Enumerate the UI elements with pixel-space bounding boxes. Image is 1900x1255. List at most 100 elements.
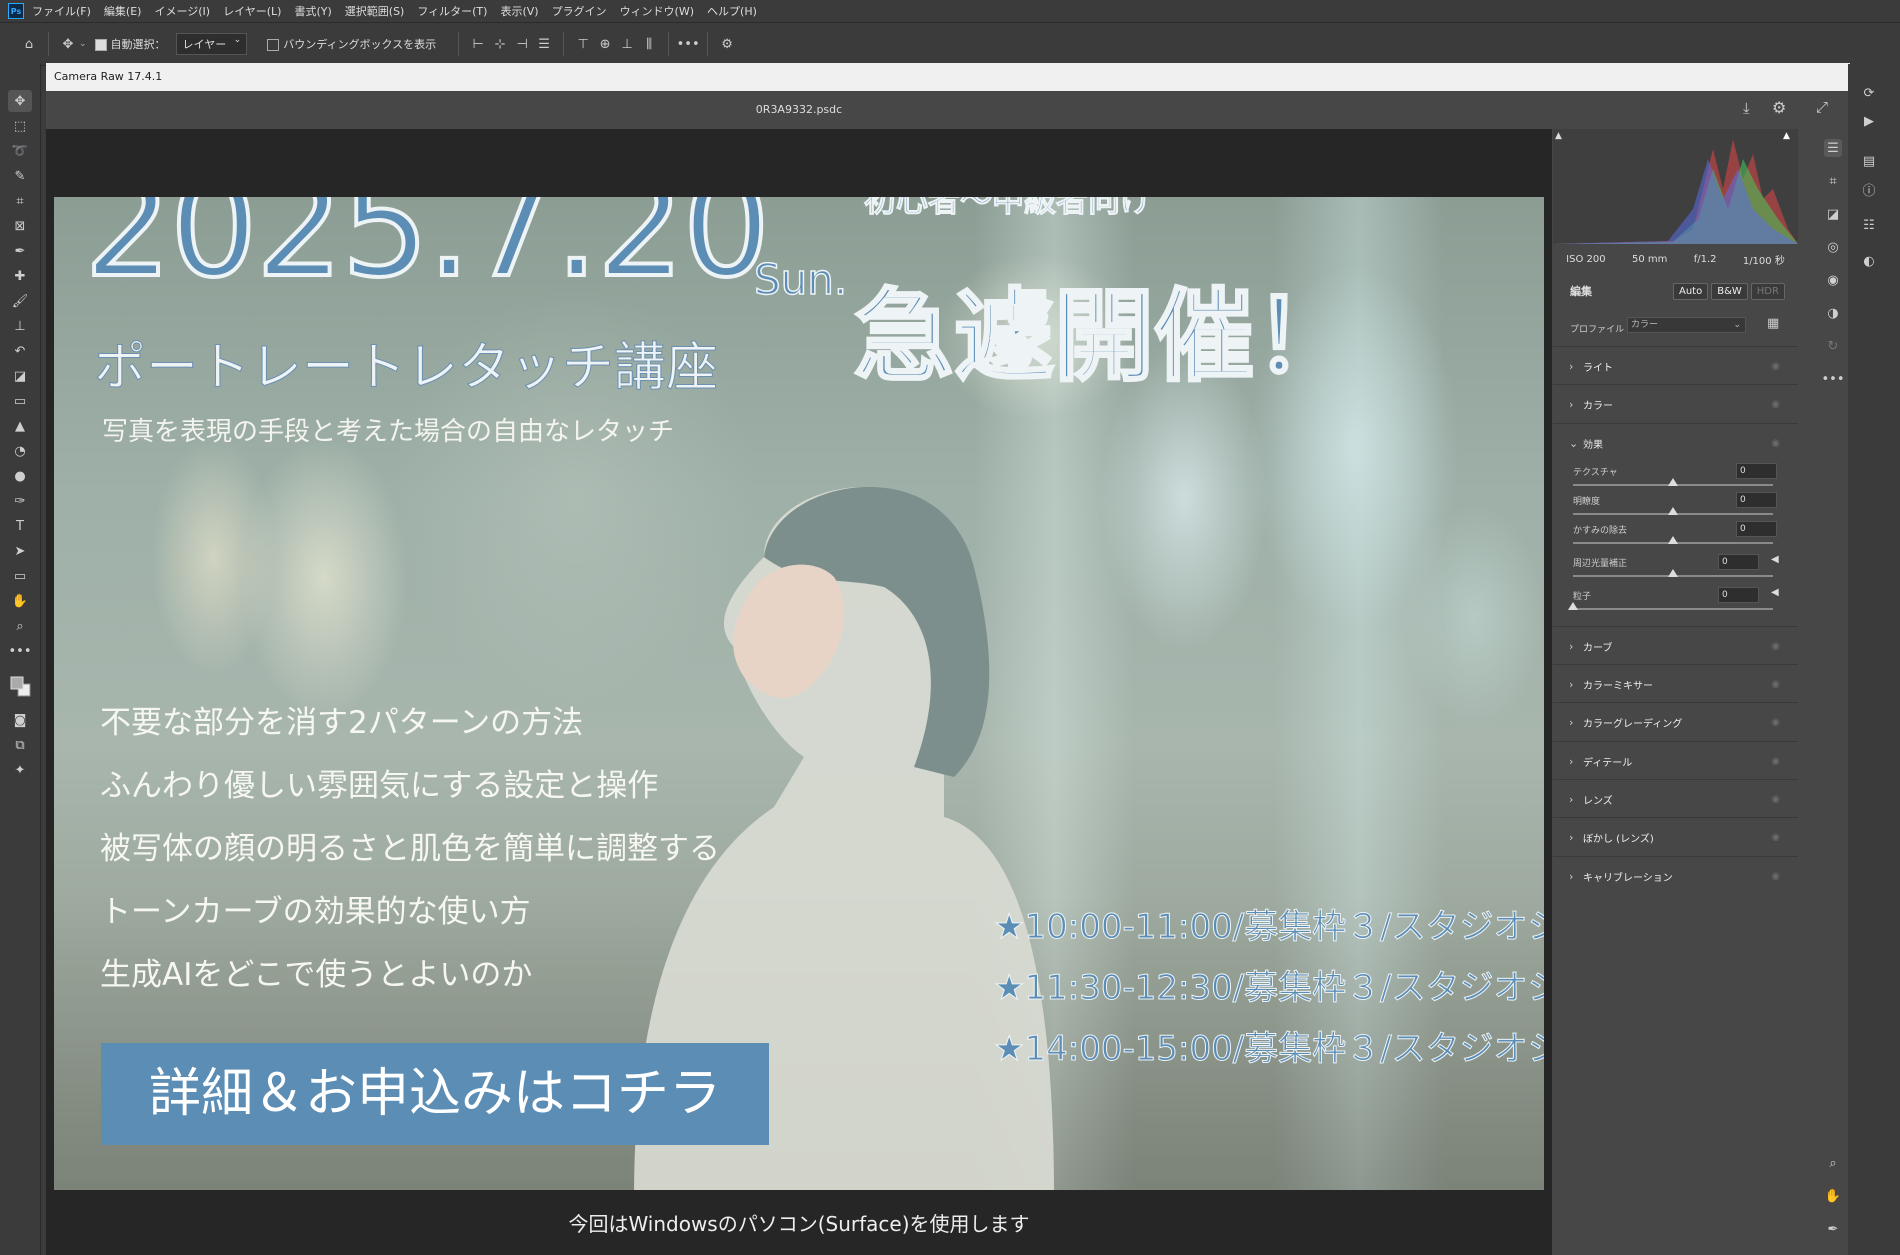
- adjustments-icon[interactable]: ◐: [1860, 252, 1878, 270]
- bounding-box-checkbox[interactable]: [267, 39, 280, 51]
- sampler-icon[interactable]: ✒: [1824, 1220, 1842, 1238]
- chevron-down-icon[interactable]: ⌄: [79, 39, 87, 49]
- visibility-icon[interactable]: ◉: [1771, 361, 1780, 372]
- visibility-icon[interactable]: ◉: [1771, 641, 1780, 652]
- move-tool-icon[interactable]: ✥: [8, 90, 32, 112]
- lasso-tool-icon[interactable]: ➰: [8, 140, 32, 162]
- visibility-icon[interactable]: ◉: [1771, 399, 1780, 410]
- presets-icon[interactable]: ◑: [1824, 304, 1842, 322]
- history-icon[interactable]: ⟳: [1860, 84, 1878, 102]
- dehaze-slider-thumb[interactable]: [1668, 536, 1678, 544]
- eyedropper-tool-icon[interactable]: ✒: [8, 240, 32, 262]
- hand-tool-icon[interactable]: ✋: [8, 590, 32, 612]
- save-icon[interactable]: ⤓: [1743, 99, 1750, 117]
- menu-layer[interactable]: レイヤー(L): [223, 3, 281, 19]
- more-tools-icon[interactable]: •••: [8, 640, 32, 662]
- distribute-horizontal-icon[interactable]: ⫼: [638, 33, 660, 55]
- marquee-tool-icon[interactable]: ⬚: [8, 115, 32, 137]
- section-color-mixer[interactable]: › カラーミキサー ◉: [1553, 664, 1798, 703]
- home-icon[interactable]: ⌂: [18, 33, 40, 55]
- texture-slider-thumb[interactable]: [1668, 478, 1678, 486]
- histogram-panel-icon[interactable]: ▤: [1860, 152, 1878, 170]
- grain-slider[interactable]: [1573, 608, 1773, 610]
- grain-slider-thumb[interactable]: [1568, 602, 1578, 610]
- highlight-clipping-icon[interactable]: ▲: [1783, 131, 1790, 141]
- menu-select[interactable]: 選択範囲(S): [345, 3, 405, 19]
- generative-icon[interactable]: ✦: [8, 759, 32, 781]
- red-eye-icon[interactable]: ◉: [1824, 271, 1842, 289]
- align-middle-icon[interactable]: ⊕: [594, 33, 616, 55]
- masking-icon[interactable]: ◎: [1824, 238, 1842, 256]
- quick-select-tool-icon[interactable]: ✎: [8, 165, 32, 187]
- blur-tool-icon[interactable]: ▲: [8, 415, 32, 437]
- menu-file[interactable]: ファイル(F): [32, 3, 91, 19]
- move-tool-icon[interactable]: ✥: [57, 33, 79, 55]
- bw-button[interactable]: B&W: [1711, 282, 1748, 300]
- vignette-slider-thumb[interactable]: [1668, 569, 1678, 577]
- visibility-icon[interactable]: ◉: [1771, 871, 1780, 882]
- info-icon[interactable]: ⓘ: [1860, 180, 1878, 199]
- align-top-icon[interactable]: ⊤: [572, 33, 594, 55]
- visibility-icon[interactable]: ◉: [1771, 438, 1780, 449]
- auto-select-checkbox[interactable]: [94, 39, 107, 51]
- menu-image[interactable]: イメージ(I): [154, 3, 210, 19]
- gear-icon[interactable]: ⚙: [716, 33, 738, 55]
- align-center-icon[interactable]: ⊹: [489, 33, 511, 55]
- clarity-slider-thumb[interactable]: [1668, 507, 1678, 515]
- align-right-icon[interactable]: ⊣: [511, 33, 533, 55]
- sponge-tool-icon[interactable]: ●: [8, 465, 32, 487]
- vignette-value-field[interactable]: 0: [1718, 554, 1759, 570]
- hdr-button[interactable]: HDR: [1750, 282, 1785, 300]
- frame-tool-icon[interactable]: ⊠: [8, 215, 32, 237]
- clarity-value-field[interactable]: 0: [1736, 492, 1777, 508]
- visibility-icon[interactable]: ◉: [1771, 717, 1780, 728]
- eraser-tool-icon[interactable]: ◪: [8, 365, 32, 387]
- menu-edit[interactable]: 編集(E): [104, 3, 142, 19]
- expand-left-icon[interactable]: ◀: [1771, 554, 1779, 565]
- menu-window[interactable]: ウィンドウ(W): [620, 3, 694, 19]
- menu-view[interactable]: 表示(V): [500, 3, 538, 19]
- section-color-grading[interactable]: › カラーグレーディング ◉: [1553, 702, 1798, 741]
- section-detail[interactable]: › ディテール ◉: [1553, 741, 1798, 780]
- zoom-icon[interactable]: ⌕: [1824, 1154, 1842, 1172]
- section-color[interactable]: › カラー ◉: [1553, 384, 1798, 423]
- gear-icon[interactable]: ⚙: [1772, 98, 1786, 117]
- section-calibration[interactable]: › キャリブレーション ◉: [1553, 856, 1798, 895]
- visibility-icon[interactable]: ◉: [1771, 756, 1780, 767]
- profile-browser-icon[interactable]: ▦: [1767, 316, 1779, 331]
- expand-left-icon[interactable]: ◀: [1771, 587, 1779, 598]
- profile-dropdown[interactable]: カラー ⌄: [1627, 317, 1746, 333]
- section-effects[interactable]: ⌄ 効果 ◉: [1553, 423, 1798, 462]
- history-brush-tool-icon[interactable]: ↶: [8, 340, 32, 362]
- menu-type[interactable]: 書式(Y): [294, 3, 331, 19]
- remove-icon[interactable]: ◪: [1824, 205, 1842, 223]
- healing-brush-tool-icon[interactable]: ✚: [8, 265, 32, 287]
- crop-icon[interactable]: ⌗: [1824, 172, 1842, 190]
- section-light[interactable]: › ライト ◉: [1553, 346, 1798, 385]
- section-curve[interactable]: › カーブ ◉: [1553, 626, 1798, 665]
- path-selection-tool-icon[interactable]: ➤: [8, 540, 32, 562]
- shadow-clipping-icon[interactable]: ▲: [1555, 131, 1562, 141]
- dehaze-value-field[interactable]: 0: [1736, 521, 1777, 537]
- menu-help[interactable]: ヘルプ(H): [707, 3, 757, 19]
- properties-icon[interactable]: ☷: [1860, 216, 1878, 234]
- hand-icon[interactable]: ✋: [1824, 1187, 1842, 1205]
- quick-mask-icon[interactable]: ◙: [8, 709, 32, 731]
- gradient-tool-icon[interactable]: ▭: [8, 390, 32, 412]
- clone-stamp-tool-icon[interactable]: ⊥: [8, 315, 32, 337]
- texture-value-field[interactable]: 0: [1736, 463, 1777, 479]
- visibility-icon[interactable]: ◉: [1771, 832, 1780, 843]
- pen-tool-icon[interactable]: ✑: [8, 490, 32, 512]
- rectangle-tool-icon[interactable]: ▭: [8, 565, 32, 587]
- align-bottom-icon[interactable]: ⊥: [616, 33, 638, 55]
- distribute-vertical-icon[interactable]: ☰: [533, 33, 555, 55]
- edit-sliders-icon[interactable]: ☰: [1824, 139, 1842, 157]
- menu-plugins[interactable]: プラグイン: [552, 3, 607, 19]
- visibility-icon[interactable]: ◉: [1771, 679, 1780, 690]
- align-left-icon[interactable]: ⊢: [467, 33, 489, 55]
- type-tool-icon[interactable]: T: [8, 515, 32, 537]
- grain-value-field[interactable]: 0: [1718, 587, 1759, 603]
- screen-mode-icon[interactable]: ⧉: [8, 734, 32, 756]
- more-options-icon[interactable]: •••: [677, 33, 700, 55]
- section-lens[interactable]: › レンズ ◉: [1553, 779, 1798, 818]
